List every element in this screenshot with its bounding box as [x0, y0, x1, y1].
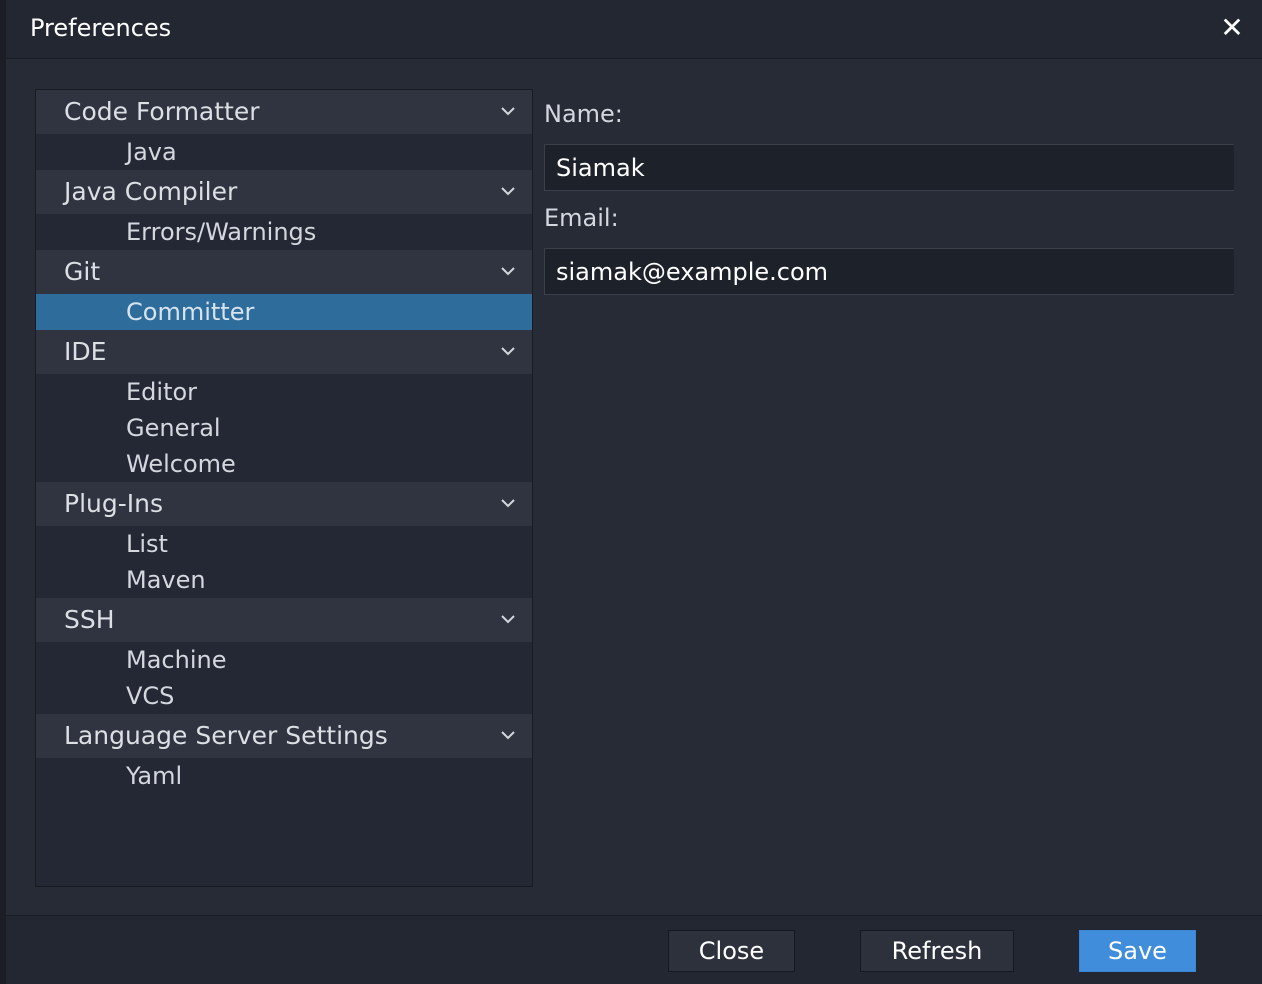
chevron-down-icon [501, 267, 515, 276]
email-field[interactable] [544, 248, 1234, 295]
dialog-footer: Close Refresh Save [6, 915, 1262, 984]
tree-item-label: List [126, 530, 168, 558]
tree-item-label: Yaml [126, 762, 183, 790]
tree-item-label: Maven [126, 566, 206, 594]
chevron-down-icon [501, 615, 515, 624]
tree-item-label: Java [126, 138, 177, 166]
name-label: Name: [544, 100, 623, 128]
tree-item-editor[interactable]: Editor [36, 374, 532, 410]
preferences-dialog: Preferences ✕ Code Formatter Java Java C… [6, 0, 1262, 984]
tree-item-committer[interactable]: Committer [36, 294, 532, 330]
tree-group-language-server-settings[interactable]: Language Server Settings [36, 714, 532, 758]
tree-group-label: Git [64, 257, 101, 286]
chevron-down-icon [501, 347, 515, 356]
tree-group-label: Code Formatter [64, 97, 260, 126]
tree-group-label: Plug-Ins [64, 489, 163, 518]
chevron-down-icon [501, 107, 515, 116]
tree-item-label: General [126, 414, 221, 442]
tree-item-general[interactable]: General [36, 410, 532, 446]
tree-group-java-compiler[interactable]: Java Compiler [36, 170, 532, 214]
tree-item-welcome[interactable]: Welcome [36, 446, 532, 482]
tree-item-list[interactable]: List [36, 526, 532, 562]
tree-group-label: IDE [64, 337, 107, 366]
tree-group-git[interactable]: Git [36, 250, 532, 294]
tree-group-ide[interactable]: IDE [36, 330, 532, 374]
tree-group-plug-ins[interactable]: Plug-Ins [36, 482, 532, 526]
chevron-down-icon [501, 187, 515, 196]
refresh-button[interactable]: Refresh [860, 930, 1014, 972]
name-field[interactable] [544, 144, 1234, 191]
close-icon[interactable]: ✕ [1218, 12, 1246, 44]
tree-item-machine[interactable]: Machine [36, 642, 532, 678]
tree-item-java[interactable]: Java [36, 134, 532, 170]
tree-item-label: VCS [126, 682, 175, 710]
tree-item-label: Machine [126, 646, 227, 674]
chevron-down-icon [501, 731, 515, 740]
preferences-tree: Code Formatter Java Java Compiler Errors… [35, 89, 533, 887]
dialog-title: Preferences [30, 14, 172, 42]
tree-item-label: Editor [126, 378, 198, 406]
chevron-down-icon [501, 499, 515, 508]
tree-group-label: Java Compiler [64, 177, 238, 206]
tree-group-label: Language Server Settings [64, 721, 388, 750]
tree-item-maven[interactable]: Maven [36, 562, 532, 598]
tree-item-label: Welcome [126, 450, 236, 478]
close-button[interactable]: Close [668, 930, 795, 972]
tree-item-errors-warnings[interactable]: Errors/Warnings [36, 214, 532, 250]
email-label: Email: [544, 204, 619, 232]
tree-group-code-formatter[interactable]: Code Formatter [36, 90, 532, 134]
tree-group-ssh[interactable]: SSH [36, 598, 532, 642]
tree-item-label: Committer [126, 298, 255, 326]
dialog-titlebar: Preferences ✕ [6, 0, 1262, 59]
tree-item-vcs[interactable]: VCS [36, 678, 532, 714]
tree-item-label: Errors/Warnings [126, 218, 317, 246]
save-button[interactable]: Save [1079, 930, 1196, 972]
tree-item-yaml[interactable]: Yaml [36, 758, 532, 794]
tree-group-label: SSH [64, 605, 115, 634]
